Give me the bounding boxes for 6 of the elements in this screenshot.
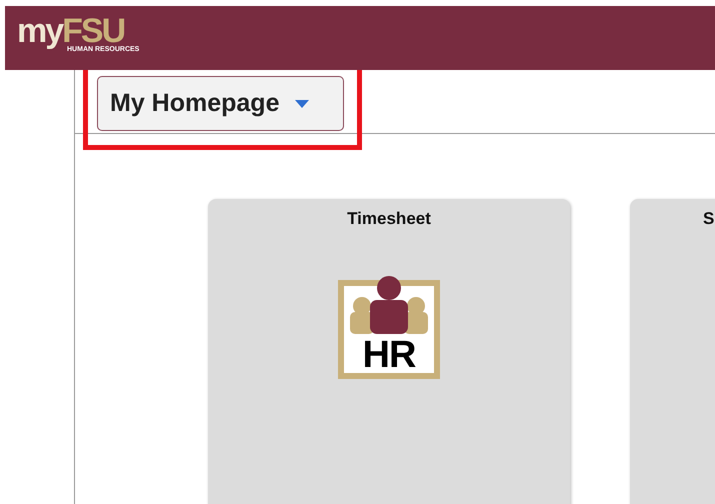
caret-icon: [295, 100, 310, 108]
tile[interactable]: S: [630, 199, 715, 504]
tile-title: Timesheet: [347, 209, 431, 229]
tile-title: S: [703, 209, 714, 229]
tile[interactable]: Timesheet HR: [208, 199, 570, 504]
page-selector-dropdown[interactable]: My Homepage: [97, 76, 344, 131]
